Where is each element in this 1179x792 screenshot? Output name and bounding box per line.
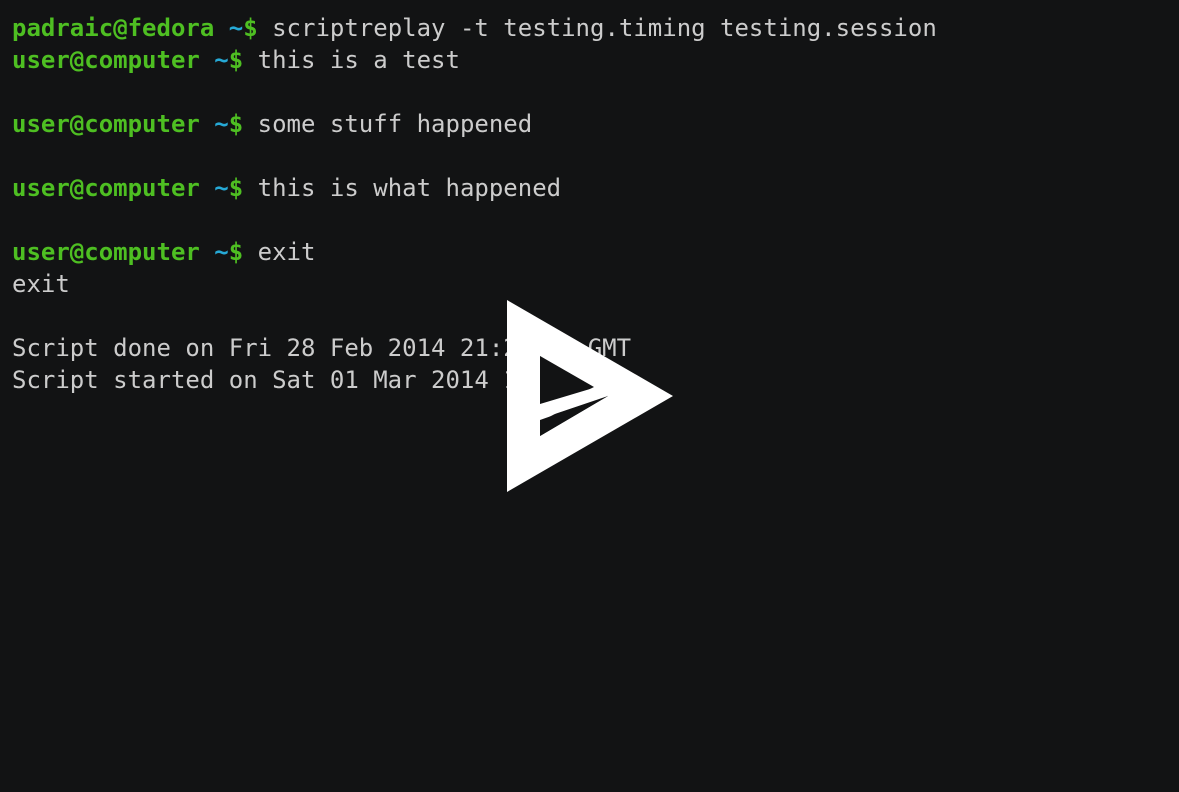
prompt-dollar: $: [243, 14, 258, 42]
prompt-userhost: user@computer: [12, 174, 200, 202]
command-text: this is what happened: [257, 174, 562, 202]
prompt-dollar: $: [228, 174, 244, 202]
command-text: scriptreplay -t testing.timing testing.s…: [272, 14, 937, 42]
terminal-line: user@computer ~$ this is what happened: [0, 172, 1179, 204]
prompt-dollar: $: [228, 46, 244, 74]
prompt-dollar: $: [228, 110, 244, 138]
prompt-tilde: ~: [228, 14, 244, 42]
play-button[interactable]: [504, 298, 676, 494]
prompt-tilde: ~: [214, 110, 229, 138]
prompt-userhost: user@computer: [12, 46, 200, 74]
play-icon: [507, 300, 673, 492]
prompt-tilde: ~: [214, 238, 229, 266]
prompt-userhost: user@computer: [12, 110, 200, 138]
output-line: exit: [12, 270, 70, 298]
prompt-dollar: $: [228, 238, 244, 266]
prompt-tilde: ~: [214, 174, 229, 202]
output-text: Script started on Sat 01 Mar 2014 1: [12, 366, 518, 394]
terminal-line: user@computer ~$ some stuff happened: [0, 108, 1179, 140]
terminal-line: user@computer ~$ this is a test: [0, 44, 1179, 76]
prompt-userhost: padraic@fedora: [12, 14, 215, 42]
prompt-userhost: user@computer: [12, 238, 200, 266]
prompt-tilde: ~: [214, 46, 229, 74]
command-text: some stuff happened: [257, 110, 533, 138]
command-text: exit: [257, 238, 316, 266]
command-text: this is a test: [257, 46, 460, 74]
terminal-line: user@computer ~$ exit: [0, 236, 1179, 268]
terminal-line: padraic@fedora ~$ scriptreplay -t testin…: [0, 12, 1179, 44]
output-text: Script done on Fri 28 Feb 2014 21:2: [12, 334, 518, 362]
